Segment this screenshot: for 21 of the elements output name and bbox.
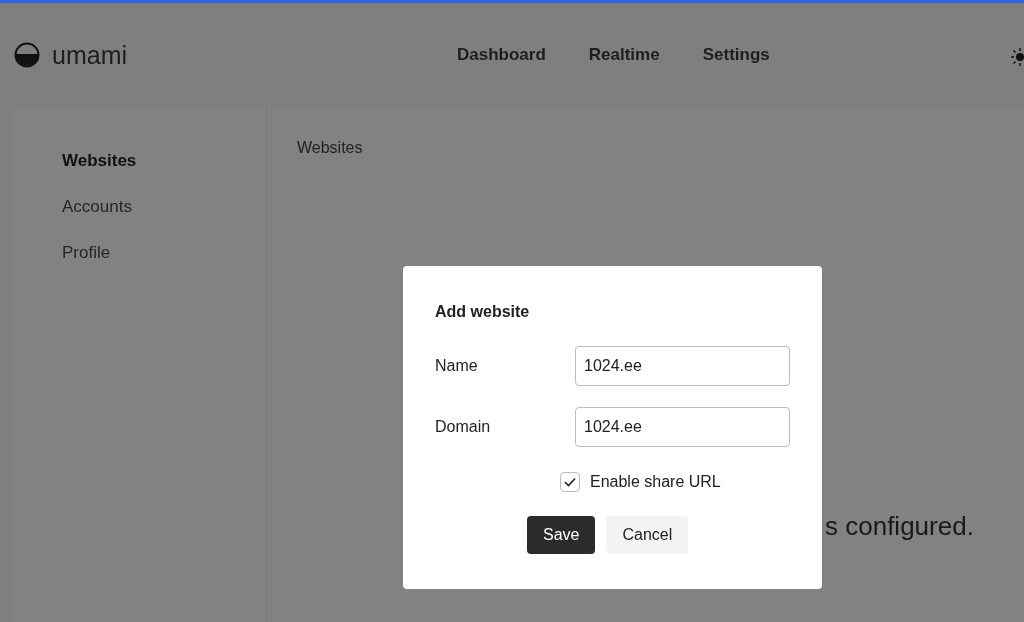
nav-link[interactable]: Dashboard: [457, 45, 546, 65]
field-label: Domain: [435, 418, 492, 436]
logo-text: umami: [52, 40, 127, 70]
nav-link[interactable]: Realtime: [588, 45, 660, 65]
sidebar-item[interactable]: Profile: [14, 242, 266, 264]
sidebar-item[interactable]: Accounts: [14, 196, 266, 218]
save-button[interactable]: Save: [527, 516, 596, 554]
text-field[interactable]: 1024.ee: [575, 346, 790, 386]
checkbox-label[interactable]: Enable share URL: [590, 473, 721, 491]
logo-icon: [14, 42, 40, 68]
field-label: Name: [435, 357, 479, 375]
cancel-button[interactable]: Cancel: [606, 516, 689, 554]
checkbox[interactable]: [560, 472, 580, 492]
nav-link[interactable]: Settings: [702, 45, 770, 65]
empty-message: s configured.: [825, 511, 974, 542]
dialog-title: Add website: [435, 302, 531, 322]
page-title: Websites: [297, 139, 363, 157]
check-icon: [564, 477, 576, 487]
sidebar-item[interactable]: Websites: [14, 150, 266, 172]
text-field[interactable]: 1024.ee: [575, 407, 790, 447]
sun-icon[interactable]: [1010, 47, 1024, 67]
